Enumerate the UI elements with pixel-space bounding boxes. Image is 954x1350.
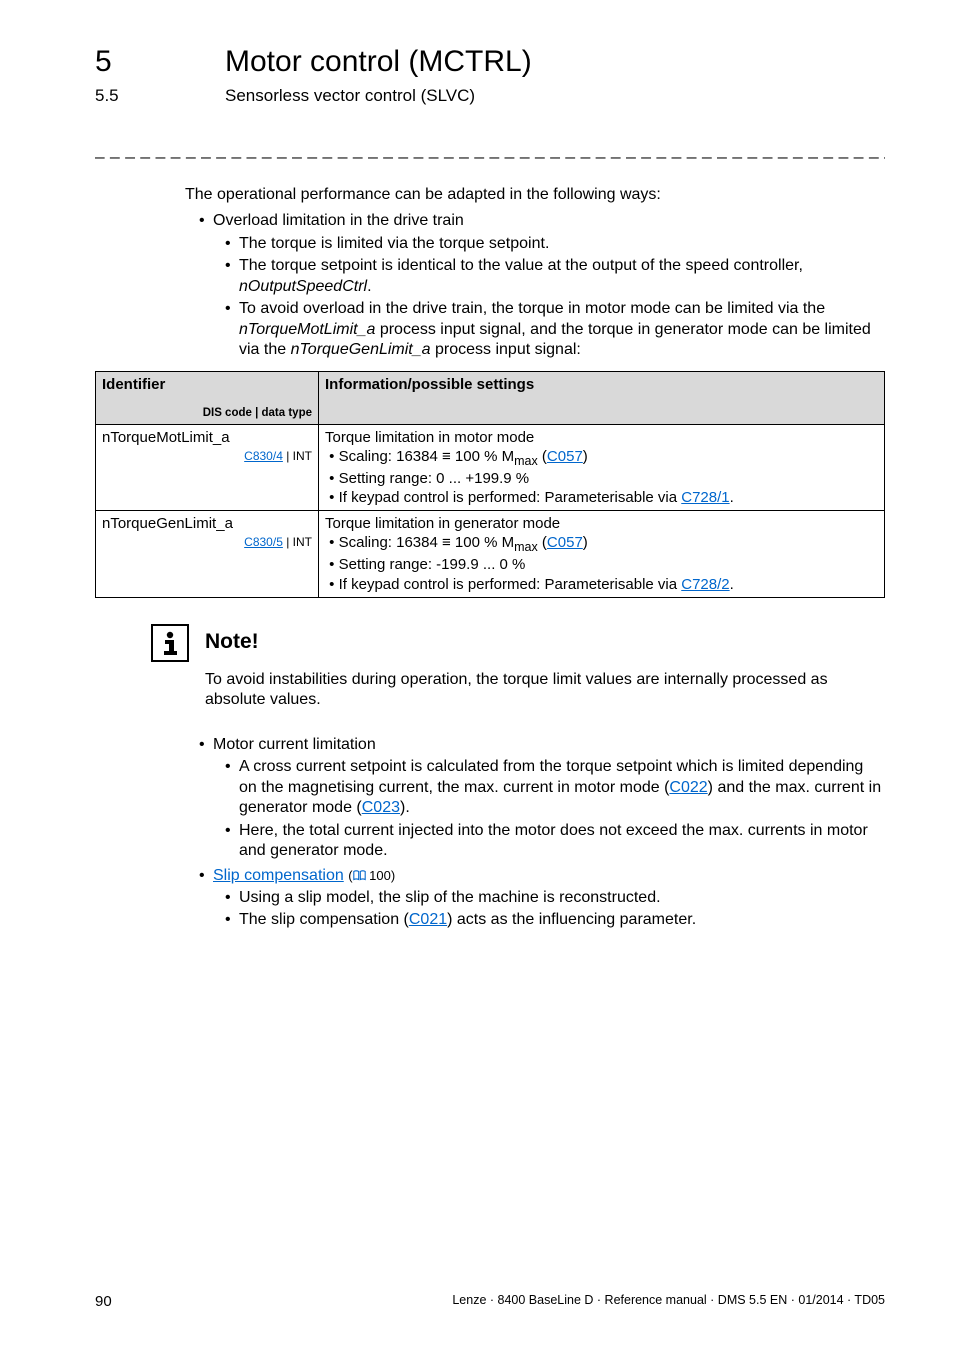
bullet-slip-comp: Slip compensation ( 100) Using a slip mo… [199,866,885,931]
text-fragment: ( [538,448,547,465]
info-icon [151,624,189,662]
desc-line: If keypad control is performed: Paramete… [339,576,682,593]
footer-meta: Lenze · 8400 BaseLine D · Reference manu… [452,1293,885,1307]
desc-line: Setting range: 0 ... +199.9 % [339,470,530,487]
th-sublabel: DIS code | data type [102,406,312,421]
dis-code-line: C830/4 | INT [102,449,312,464]
chapter-number: 5 [95,45,112,79]
code-link[interactable]: C021 [409,911,447,928]
parameter-table: Identifier DIS code | data type Informat… [95,371,885,598]
page-number: 90 [95,1293,112,1310]
page-ref-num: 100) [366,868,396,883]
bullet-overload-sub1: The torque is limited via the torque set… [225,234,885,254]
section-title: Sensorless vector control (SLVC) [225,86,475,106]
text-fragment: process input signal: [431,341,581,358]
text-fragment: ( [538,534,547,551]
dis-code-line: C830/5 | INT [102,535,312,550]
note-block: Note! To avoid instabilities during oper… [95,624,885,711]
text-fragment: . [367,278,371,295]
text-fragment: . [730,576,734,593]
page-ref: ( 100) [348,868,395,883]
code-link[interactable]: C057 [547,448,583,465]
note-body: To avoid instabilities during operation,… [205,670,885,711]
identifier-name: nTorqueMotLimit_a [102,429,230,446]
code-link[interactable]: C830/4 [244,449,283,463]
identifier-name: nTorqueGenLimit_a [102,515,233,532]
subscript: max [514,454,538,468]
intro-text: The operational performance can be adapt… [185,185,885,205]
text-fragment: ) acts as the influencing parameter. [447,911,696,928]
text-fragment: ). [400,799,410,816]
bullet-overload-sub2: The torque setpoint is identical to the … [225,256,885,297]
th-label: Identifier [102,376,165,393]
section-number: 5.5 [95,86,119,106]
bullet-slip-sub1: Using a slip model, the slip of the mach… [225,888,885,908]
text-fragment: ) [583,448,588,465]
table-header-info: Information/possible settings [319,371,885,424]
bullet-overload-sub3: To avoid overload in the drive train, th… [225,299,885,360]
slip-compensation-link[interactable]: Slip compensation [213,867,344,884]
table-header-identifier: Identifier DIS code | data type [96,371,319,424]
code-link[interactable]: C830/5 [244,535,283,549]
bullet-slip-sub2: The slip compensation (C021) acts as the… [225,910,885,930]
chapter-title: Motor control (MCTRL) [225,45,532,79]
identifier-italic: nOutputSpeedCtrl [239,278,367,295]
code-type: | INT [283,449,312,463]
code-link[interactable]: C728/1 [681,489,729,506]
bullet-overload-label: Overload limitation in the drive train [213,212,464,229]
bullet-motor-current-sub2: Here, the total current injected into th… [225,821,885,862]
desc-line: If keypad control is performed: Paramete… [339,489,682,506]
identifier-italic: nTorqueMotLimit_a [239,321,375,338]
code-link[interactable]: C022 [669,779,707,796]
text-fragment: The slip compensation ( [239,911,409,928]
text-fragment: The torque setpoint is identical to the … [239,257,803,274]
bullet-motor-current-sub1: A cross current setpoint is calculated f… [225,757,885,818]
desc-line: Torque limitation in generator mode [325,515,560,532]
code-type: | INT [283,535,312,549]
book-icon [353,870,366,881]
table-row: nTorqueMotLimit_a C830/4 | INT Torque li… [96,424,885,511]
bullet-overload: Overload limitation in the drive train T… [199,211,885,360]
note-label: Note! [205,629,259,656]
code-link[interactable]: C023 [362,799,400,816]
table-row: nTorqueGenLimit_a C830/5 | INT Torque li… [96,511,885,598]
text-fragment: ) [583,534,588,551]
text-fragment: . [730,489,734,506]
bullet-motor-current: Motor current limitation A cross current… [199,735,885,862]
desc-line: Scaling: 16384 ≡ 100 % M [339,448,515,465]
desc-line: Setting range: -199.9 ... 0 % [339,556,526,573]
desc-line: Scaling: 16384 ≡ 100 % M [339,534,515,551]
page-footer: 90 Lenze · 8400 BaseLine D · Reference m… [95,1293,885,1310]
desc-line: Torque limitation in motor mode [325,429,534,446]
code-link[interactable]: C728/2 [681,576,729,593]
identifier-italic: nTorqueGenLimit_a [291,341,431,358]
code-link[interactable]: C057 [547,534,583,551]
bullet-label: Motor current limitation [213,736,376,753]
divider-dashes: _ _ _ _ _ _ _ _ _ _ _ _ _ _ _ _ _ _ _ _ … [95,140,885,160]
text-fragment: To avoid overload in the drive train, th… [239,300,825,317]
subscript: max [514,540,538,554]
